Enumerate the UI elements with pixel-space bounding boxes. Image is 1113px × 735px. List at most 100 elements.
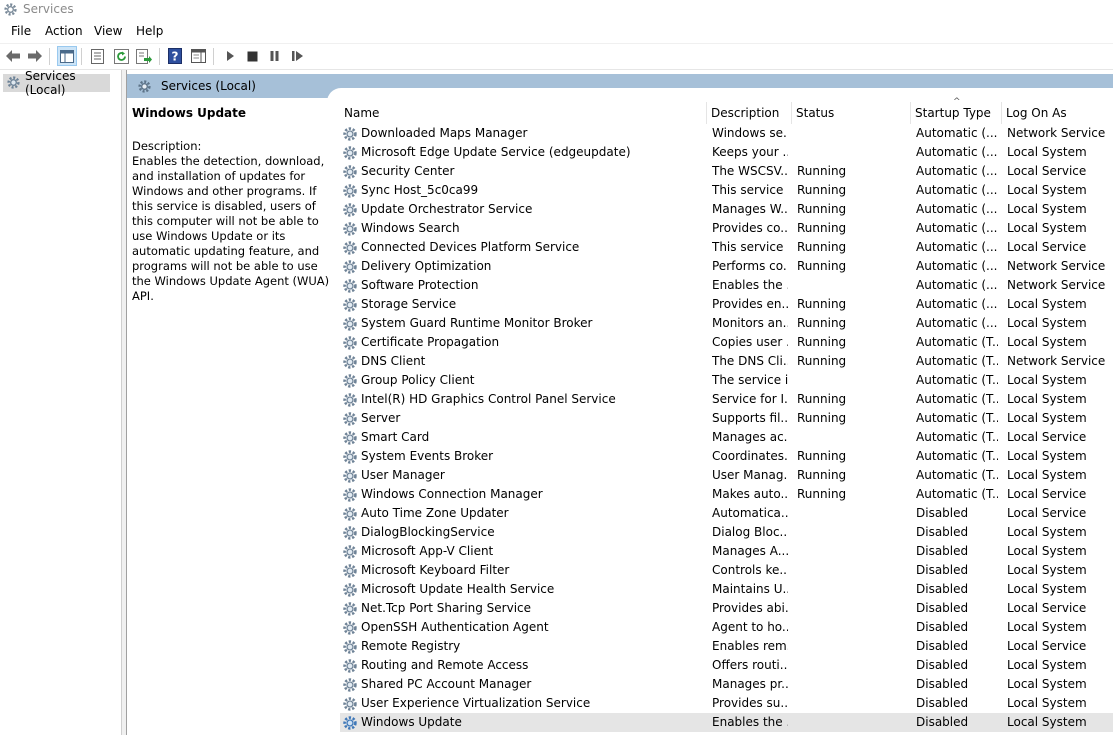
show-hide-console-tree-icon[interactable] xyxy=(57,46,77,66)
service-row[interactable]: Delivery Optimization Performs co... Runni… xyxy=(340,257,1113,276)
stop-service-icon[interactable] xyxy=(243,47,261,65)
service-gear-icon xyxy=(342,715,358,731)
column-header-status[interactable]: Status xyxy=(791,102,909,124)
export-list-icon[interactable] xyxy=(135,47,153,65)
service-name-cell: Net.Tcp Port Sharing Service xyxy=(361,601,532,615)
service-status-cell: Running xyxy=(797,202,847,216)
service-row[interactable]: Update Orchestrator Service Manages W... R… xyxy=(340,200,1113,219)
service-logon-cell: Local System xyxy=(1007,696,1087,710)
service-row[interactable]: System Guard Runtime Monitor Broker Monit… xyxy=(340,314,1113,333)
service-row[interactable]: Shared PC Account Manager Manages pr... Di… xyxy=(340,675,1113,694)
service-name-cell: User Experience Virtualization Service xyxy=(361,696,591,710)
service-logon-cell: Local System xyxy=(1007,411,1087,425)
services-gear-icon xyxy=(3,2,18,20)
service-row[interactable]: Net.Tcp Port Sharing Service Provides abi… xyxy=(340,599,1113,618)
column-header-log-on-as[interactable]: Log On As xyxy=(1001,102,1113,124)
menu-bar: File Action View Help xyxy=(0,21,1113,44)
service-description-cell: Service for I... xyxy=(712,392,788,406)
service-row[interactable]: Sync Host_5c0ca99 This service ... Running… xyxy=(340,181,1113,200)
service-status-cell xyxy=(797,618,907,637)
service-logon-cell: Local System xyxy=(1007,392,1087,406)
service-row[interactable]: Routing and Remote Access Offers routi...… xyxy=(340,656,1113,675)
service-row[interactable]: Windows Search Provides co... Running Autom… xyxy=(340,219,1113,238)
menu-file[interactable]: File xyxy=(9,24,33,38)
service-status-cell xyxy=(797,428,907,447)
service-name-cell: Shared PC Account Manager xyxy=(361,677,532,691)
show-action-pane-icon[interactable] xyxy=(189,47,207,65)
service-description-cell: Manages W... xyxy=(712,202,788,216)
service-name-cell: Microsoft Edge Update Service (edgeupdat… xyxy=(361,145,631,159)
service-gear-icon xyxy=(342,430,358,446)
service-name-cell: Group Policy Client xyxy=(361,373,475,387)
service-description-cell: The service i... xyxy=(712,373,788,387)
service-row[interactable]: Microsoft App-V Client Manages A... Disabl… xyxy=(340,542,1113,561)
service-gear-icon xyxy=(342,297,358,313)
menu-action[interactable]: Action xyxy=(43,24,85,38)
service-row[interactable]: Intel(R) HD Graphics Control Panel Servi… xyxy=(340,390,1113,409)
service-description-cell: Enables the ... xyxy=(712,715,788,729)
service-name-cell: Sync Host_5c0ca99 xyxy=(361,183,479,197)
service-description-cell: The DNS Cli... xyxy=(712,354,788,368)
service-startup-type-cell: Automatic (T... xyxy=(916,430,998,444)
service-row[interactable]: Certificate Propagation Copies user ... Ru… xyxy=(340,333,1113,352)
column-header-description[interactable]: Description xyxy=(706,102,790,124)
service-description-cell: User Manag... xyxy=(712,468,788,482)
service-status-cell: Running xyxy=(797,335,847,349)
service-startup-type-cell: Automatic (... xyxy=(916,278,998,292)
service-logon-cell: Local System xyxy=(1007,658,1087,672)
service-row[interactable]: Auto Time Zone Updater Automatica... Disab… xyxy=(340,504,1113,523)
toolbar-separator xyxy=(81,48,82,65)
properties-sheet-icon[interactable] xyxy=(88,47,106,65)
service-status-cell: Running xyxy=(797,316,847,330)
service-row[interactable]: User Manager User Manag... Running Automati… xyxy=(340,466,1113,485)
console-tree: Services (Local) xyxy=(0,69,122,735)
menu-help[interactable]: Help xyxy=(134,24,165,38)
service-row[interactable]: Software Protection Enables the ... Automa… xyxy=(340,276,1113,295)
service-status-cell xyxy=(797,276,907,295)
service-row[interactable]: Downloaded Maps Manager Windows se... Auto… xyxy=(340,124,1113,143)
service-gear-icon xyxy=(342,601,358,617)
service-row[interactable]: Remote Registry Enables rem... Disabled Loc… xyxy=(340,637,1113,656)
service-description-cell: Provides abi... xyxy=(712,601,788,615)
service-row[interactable]: OpenSSH Authentication Agent Agent to ho.… xyxy=(340,618,1113,637)
forward-arrow-icon[interactable] xyxy=(26,47,44,65)
menu-view[interactable]: View xyxy=(92,24,124,38)
service-gear-icon xyxy=(342,468,358,484)
service-row[interactable]: Windows Update Enables the ... Disabled Loc… xyxy=(340,713,1113,732)
service-name-cell: Delivery Optimization xyxy=(361,259,492,273)
service-logon-cell: Network Service xyxy=(1007,126,1106,140)
tree-node-services-local[interactable]: Services (Local) xyxy=(3,69,110,97)
service-logon-cell: Local System xyxy=(1007,563,1087,577)
service-description-cell: Provides en... xyxy=(712,297,788,311)
help-icon[interactable]: ? xyxy=(166,47,184,65)
service-startup-type-cell: Automatic (T... xyxy=(916,354,998,368)
service-gear-icon xyxy=(342,164,358,180)
service-row[interactable]: Storage Service Provides en... Running Auto… xyxy=(340,295,1113,314)
service-name-cell: Intel(R) HD Graphics Control Panel Servi… xyxy=(361,392,616,406)
service-row[interactable]: DialogBlockingService Dialog Bloc... Disab… xyxy=(340,523,1113,542)
service-row[interactable]: Windows Connection Manager Makes auto... R… xyxy=(340,485,1113,504)
service-row[interactable]: Group Policy Client The service i... Autom… xyxy=(340,371,1113,390)
service-row[interactable]: System Events Broker Coordinates... Runnin… xyxy=(340,447,1113,466)
service-row[interactable]: Microsoft Keyboard Filter Controls ke... D… xyxy=(340,561,1113,580)
service-row[interactable]: Smart Card Manages ac... Automatic (T... Lo… xyxy=(340,428,1113,447)
service-startup-type-cell: Disabled xyxy=(916,658,969,672)
pause-service-icon[interactable] xyxy=(265,47,283,65)
back-arrow-icon[interactable] xyxy=(4,47,22,65)
service-description-cell: Maintains U... xyxy=(712,582,788,596)
service-row[interactable]: Security Center The WSCSV... Running Automa… xyxy=(340,162,1113,181)
service-row[interactable]: Microsoft Update Health Service Maintains… xyxy=(340,580,1113,599)
service-row[interactable]: Server Supports fil... Running Automatic (T… xyxy=(340,409,1113,428)
start-service-icon[interactable] xyxy=(221,47,239,65)
svg-text:?: ? xyxy=(172,50,179,64)
service-row[interactable]: Microsoft Edge Update Service (edgeupdat… xyxy=(340,143,1113,162)
service-logon-cell: Local Service xyxy=(1007,240,1087,254)
service-startup-type-cell: Disabled xyxy=(916,677,969,691)
service-name-cell: System Events Broker xyxy=(361,449,494,463)
service-row[interactable]: DNS Client The DNS Cli... Running Automatic… xyxy=(340,352,1113,371)
restart-service-icon[interactable] xyxy=(288,47,306,65)
service-row[interactable]: User Experience Virtualization Service Pr… xyxy=(340,694,1113,713)
service-row[interactable]: Connected Devices Platform Service This s… xyxy=(340,238,1113,257)
refresh-icon[interactable] xyxy=(112,47,130,65)
column-header-name[interactable]: Name xyxy=(340,102,704,124)
